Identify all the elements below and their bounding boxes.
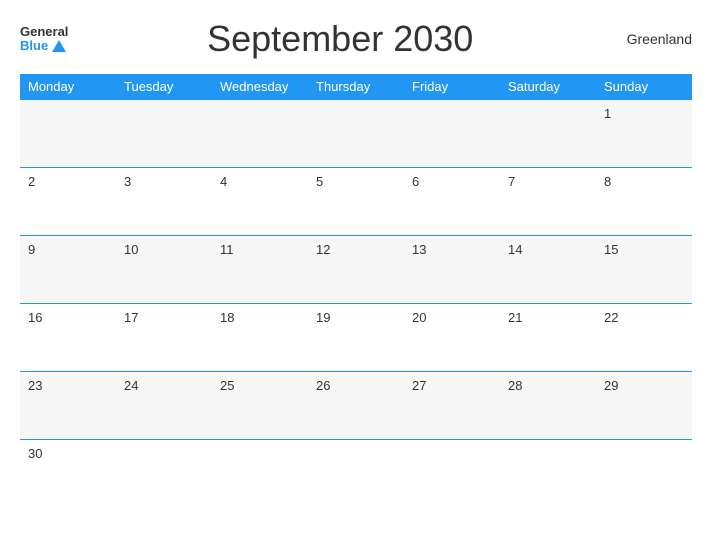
calendar-cell: 18 — [212, 304, 308, 372]
logo-general-text: General — [20, 25, 68, 39]
calendar-cell: 30 — [20, 440, 116, 508]
calendar-title: September 2030 — [68, 18, 612, 60]
calendar-cell: 10 — [116, 236, 212, 304]
calendar-cell: 1 — [596, 100, 692, 168]
calendar-cell: 27 — [404, 372, 500, 440]
day-number: 30 — [28, 446, 42, 461]
calendar-cell: 13 — [404, 236, 500, 304]
calendar-header: General Blue September 2030 Greenland — [20, 18, 692, 60]
calendar-cell — [500, 440, 596, 508]
calendar-cell: 8 — [596, 168, 692, 236]
calendar-cell: 26 — [308, 372, 404, 440]
day-number: 3 — [124, 174, 131, 189]
calendar-cell: 19 — [308, 304, 404, 372]
day-number: 26 — [316, 378, 330, 393]
day-number: 6 — [412, 174, 419, 189]
day-number: 8 — [604, 174, 611, 189]
col-tuesday: Tuesday — [116, 74, 212, 100]
weekday-header-row: Monday Tuesday Wednesday Thursday Friday… — [20, 74, 692, 100]
day-number: 27 — [412, 378, 426, 393]
logo: General Blue — [20, 25, 68, 54]
calendar-cell — [596, 440, 692, 508]
calendar-cell — [308, 440, 404, 508]
day-number: 4 — [220, 174, 227, 189]
calendar-cell: 29 — [596, 372, 692, 440]
calendar-cell: 6 — [404, 168, 500, 236]
day-number: 16 — [28, 310, 42, 325]
calendar-cell: 5 — [308, 168, 404, 236]
calendar-cell — [116, 100, 212, 168]
day-number: 15 — [604, 242, 618, 257]
calendar-container: General Blue September 2030 Greenland Mo… — [0, 0, 712, 550]
region-label: Greenland — [612, 31, 692, 47]
calendar-cell: 3 — [116, 168, 212, 236]
calendar-cell: 7 — [500, 168, 596, 236]
day-number: 12 — [316, 242, 330, 257]
calendar-cell: 11 — [212, 236, 308, 304]
calendar-cell — [212, 100, 308, 168]
calendar-cell — [116, 440, 212, 508]
col-friday: Friday — [404, 74, 500, 100]
calendar-week-row: 16 17 18 19 20 21 22 — [20, 304, 692, 372]
day-number: 14 — [508, 242, 522, 257]
calendar-cell: 25 — [212, 372, 308, 440]
col-sunday: Sunday — [596, 74, 692, 100]
calendar-cell: 4 — [212, 168, 308, 236]
day-number: 24 — [124, 378, 138, 393]
calendar-week-row: 2 3 4 5 6 7 8 — [20, 168, 692, 236]
calendar-cell: 2 — [20, 168, 116, 236]
calendar-table: Monday Tuesday Wednesday Thursday Friday… — [20, 74, 692, 508]
calendar-cell: 16 — [20, 304, 116, 372]
calendar-week-row: 23 24 25 26 27 28 29 — [20, 372, 692, 440]
day-number: 2 — [28, 174, 35, 189]
day-number: 10 — [124, 242, 138, 257]
day-number: 20 — [412, 310, 426, 325]
calendar-cell — [404, 100, 500, 168]
calendar-cell: 20 — [404, 304, 500, 372]
calendar-cell: 12 — [308, 236, 404, 304]
calendar-cell — [212, 440, 308, 508]
calendar-cell: 21 — [500, 304, 596, 372]
logo-blue-area: Blue — [20, 39, 66, 53]
day-number: 19 — [316, 310, 330, 325]
col-saturday: Saturday — [500, 74, 596, 100]
calendar-week-row: 9 10 11 12 13 14 15 — [20, 236, 692, 304]
calendar-cell — [500, 100, 596, 168]
calendar-cell — [20, 100, 116, 168]
calendar-cell: 14 — [500, 236, 596, 304]
day-number: 13 — [412, 242, 426, 257]
calendar-cell: 24 — [116, 372, 212, 440]
day-number: 23 — [28, 378, 42, 393]
calendar-cell — [308, 100, 404, 168]
day-number: 1 — [604, 106, 611, 121]
day-number: 28 — [508, 378, 522, 393]
day-number: 18 — [220, 310, 234, 325]
day-number: 22 — [604, 310, 618, 325]
logo-blue-text: Blue — [20, 39, 48, 53]
col-monday: Monday — [20, 74, 116, 100]
logo-triangle-icon — [52, 40, 66, 52]
day-number: 7 — [508, 174, 515, 189]
calendar-cell: 17 — [116, 304, 212, 372]
calendar-cell: 23 — [20, 372, 116, 440]
day-number: 21 — [508, 310, 522, 325]
col-thursday: Thursday — [308, 74, 404, 100]
day-number: 17 — [124, 310, 138, 325]
calendar-week-row: 30 — [20, 440, 692, 508]
day-number: 25 — [220, 378, 234, 393]
calendar-cell: 22 — [596, 304, 692, 372]
calendar-week-row: 1 — [20, 100, 692, 168]
calendar-cell: 15 — [596, 236, 692, 304]
day-number: 11 — [220, 242, 234, 257]
day-number: 29 — [604, 378, 618, 393]
day-number: 5 — [316, 174, 323, 189]
day-number: 9 — [28, 242, 35, 257]
calendar-cell: 28 — [500, 372, 596, 440]
calendar-cell: 9 — [20, 236, 116, 304]
col-wednesday: Wednesday — [212, 74, 308, 100]
calendar-cell — [404, 440, 500, 508]
